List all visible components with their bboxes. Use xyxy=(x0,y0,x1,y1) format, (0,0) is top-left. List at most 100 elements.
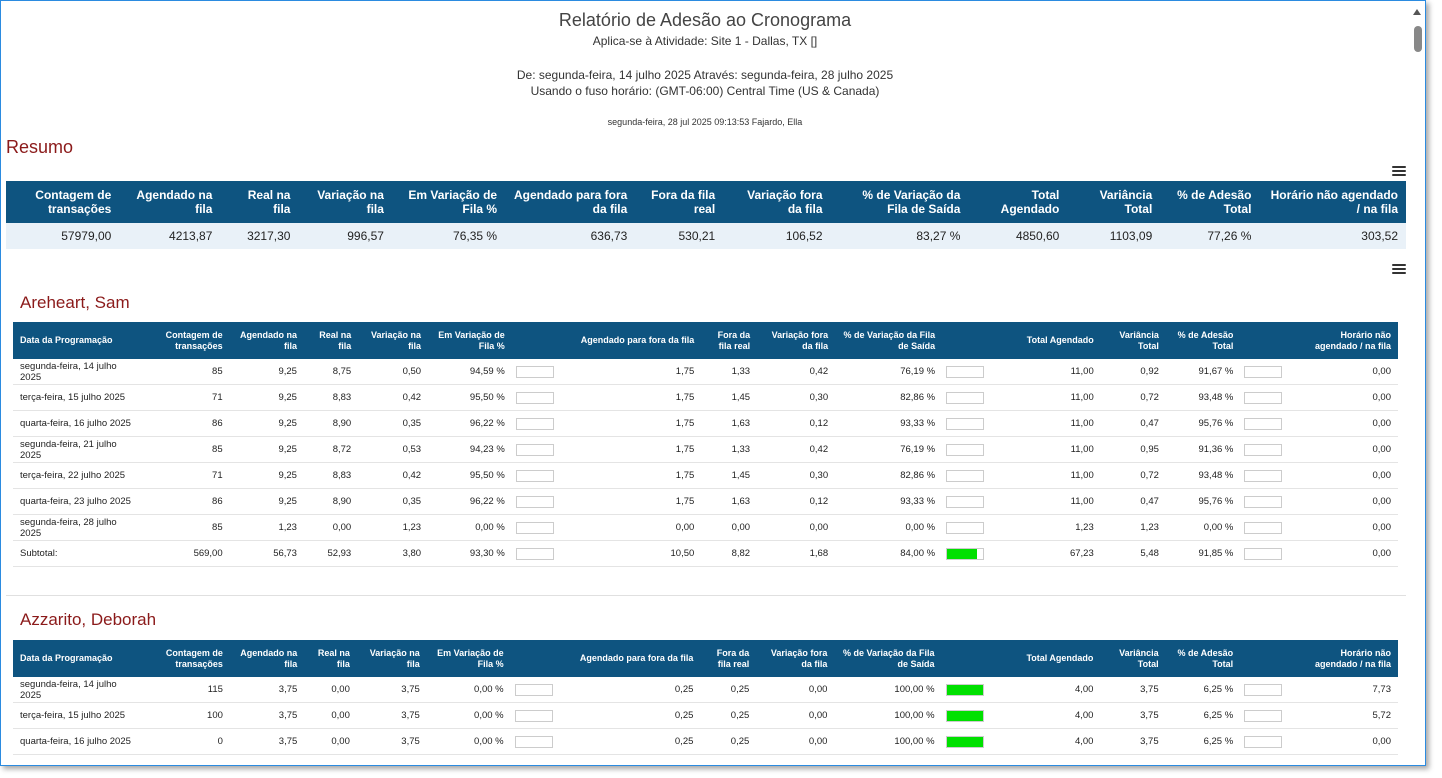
table-row: terça-feira, 15 julho 2025 71 9,25 8,83 0,42… xyxy=(13,384,1398,411)
value-cell: 0,42 xyxy=(757,436,836,463)
adherence-bar-cell xyxy=(942,540,999,567)
bar-header xyxy=(511,322,572,359)
column-header: Variação na fila xyxy=(358,322,429,359)
summary-table: Contagem de transações Agendado na fila Re… xyxy=(6,181,1406,249)
value-cell: 93,48 % xyxy=(1165,462,1241,489)
report-generated-stamp: segunda-feira, 28 jul 2025 09:13:53 Faja… xyxy=(607,117,803,127)
summary-header: Horário não agendado / na fila xyxy=(1259,181,1406,223)
adherence-bar xyxy=(515,365,554,378)
column-header: Real na fila xyxy=(304,640,357,677)
summary-cell: 4850,60 xyxy=(968,223,1068,249)
value-cell: 100,00 % xyxy=(834,677,942,703)
value-cell: 3,75 xyxy=(229,702,305,729)
column-header: Agendado para fora da fila xyxy=(571,322,702,359)
value-cell: 4,00 xyxy=(997,677,1101,703)
value-cell: 3,75 xyxy=(356,728,427,755)
value-cell: 8,90 xyxy=(303,488,359,515)
person-name: Azzarito, Deborah xyxy=(20,610,157,629)
value-cell: 1,75 xyxy=(571,359,702,385)
value-cell: 56,73 xyxy=(229,540,304,567)
value-cell: 0,00 xyxy=(303,514,359,541)
bar-header xyxy=(1240,640,1301,677)
column-header: % de Adesão Total xyxy=(1165,322,1241,359)
person-table: Data da Programação Contagem de transaçõe… xyxy=(13,640,1398,755)
date-cell: Subtotal: xyxy=(13,540,143,567)
value-cell: 0,00 xyxy=(1300,462,1398,489)
value-cell: 3,75 xyxy=(1100,702,1166,729)
summary-menu-icon[interactable] xyxy=(1392,166,1406,178)
value-cell: 0,72 xyxy=(1100,462,1166,489)
value-cell: 0,25 xyxy=(700,677,757,703)
column-header: Agendado na fila xyxy=(229,640,305,677)
value-cell: 115 xyxy=(142,677,230,703)
value-cell: 3,75 xyxy=(356,677,427,703)
value-cell: 94,59 % xyxy=(428,359,512,385)
adherence-bar-cell xyxy=(942,384,999,411)
value-cell: 0,00 xyxy=(756,702,835,729)
adherence-bar xyxy=(1244,683,1283,696)
adherence-bar xyxy=(515,417,554,430)
summary-cell: 636,73 xyxy=(505,223,636,249)
value-cell: 85 xyxy=(142,436,230,463)
value-cell: 6,25 % xyxy=(1165,677,1241,703)
adherence-bar xyxy=(515,391,554,404)
value-cell: 0,00 xyxy=(757,514,836,541)
adherence-bar xyxy=(1244,417,1283,430)
date-cell: segunda-feira, 14 julho 2025 xyxy=(13,677,143,703)
value-cell: 84,00 % xyxy=(835,540,943,567)
report-timezone: Usando o fuso horário: (GMT-06:00) Centr… xyxy=(530,84,880,98)
value-cell: 1,75 xyxy=(571,410,702,437)
value-cell: 5,72 xyxy=(1300,702,1398,729)
adherence-bar xyxy=(1244,495,1283,508)
value-cell: 8,83 xyxy=(303,462,359,489)
adherence-bar xyxy=(1244,521,1283,534)
column-header: Agendado para fora da fila xyxy=(570,640,701,677)
adherence-bar-cell xyxy=(511,436,572,463)
value-cell: 0,53 xyxy=(358,436,429,463)
value-cell: 0,42 xyxy=(757,359,836,385)
adherence-bar-cell xyxy=(942,514,999,541)
value-cell: 52,93 xyxy=(303,540,359,567)
summary-header: Real na fila xyxy=(220,181,299,223)
value-cell: 1,23 xyxy=(358,514,429,541)
subtotal-row: Subtotal: 569,00 56,73 52,93 3,80 93,30 % 10,5… xyxy=(13,540,1398,567)
value-cell: 71 xyxy=(142,462,230,489)
adherence-bar xyxy=(946,469,985,482)
summary-header: Total Agendado xyxy=(968,181,1068,223)
value-cell: 569,00 xyxy=(142,540,230,567)
value-cell: 1,23 xyxy=(998,514,1101,541)
value-cell: 93,33 % xyxy=(835,410,943,437)
adherence-bar-cell xyxy=(942,359,999,385)
adherence-bar-cell xyxy=(942,436,999,463)
date-cell: segunda-feira, 28 julho 2025 xyxy=(13,514,143,541)
value-cell: 8,72 xyxy=(303,436,359,463)
value-cell: 6,25 % xyxy=(1165,702,1241,729)
value-cell: 8,83 xyxy=(303,384,359,411)
value-cell: 0,00 xyxy=(304,728,357,755)
adherence-bar xyxy=(946,365,985,378)
column-header: Variância Total xyxy=(1100,640,1166,677)
adherence-bar xyxy=(946,547,985,560)
value-cell: 0,92 xyxy=(1100,359,1166,385)
summary-cell: 106,52 xyxy=(723,223,831,249)
summary-row: 57979,00 4213,87 3217,30 996,57 76,35 % 636,7… xyxy=(6,223,1406,249)
vertical-scrollbar[interactable] xyxy=(1409,1,1425,765)
value-cell: 0,00 % xyxy=(426,702,511,729)
value-cell: 82,86 % xyxy=(835,462,943,489)
adherence-bar-cell xyxy=(942,410,999,437)
adherence-bar xyxy=(946,521,985,534)
value-cell: 96,22 % xyxy=(428,410,512,437)
report-date-range: De: segunda-feira, 14 julho 2025 Através… xyxy=(516,68,894,82)
report-window: Relatório de Adesão ao Cronograma Aplica… xyxy=(0,0,1426,766)
adherence-bar xyxy=(515,521,554,534)
export-menu-icon[interactable] xyxy=(1392,264,1406,276)
column-header: Fora da fila real xyxy=(701,322,758,359)
adherence-bar-cell xyxy=(1240,728,1301,755)
scroll-thumb[interactable] xyxy=(1414,26,1422,52)
adherence-bar xyxy=(946,417,985,430)
value-cell: 85 xyxy=(142,514,230,541)
column-header: Contagem de transações xyxy=(142,640,230,677)
scroll-up-arrow-icon[interactable] xyxy=(1413,9,1421,15)
value-cell: 11,00 xyxy=(998,462,1101,489)
value-cell: 3,75 xyxy=(1100,677,1166,703)
